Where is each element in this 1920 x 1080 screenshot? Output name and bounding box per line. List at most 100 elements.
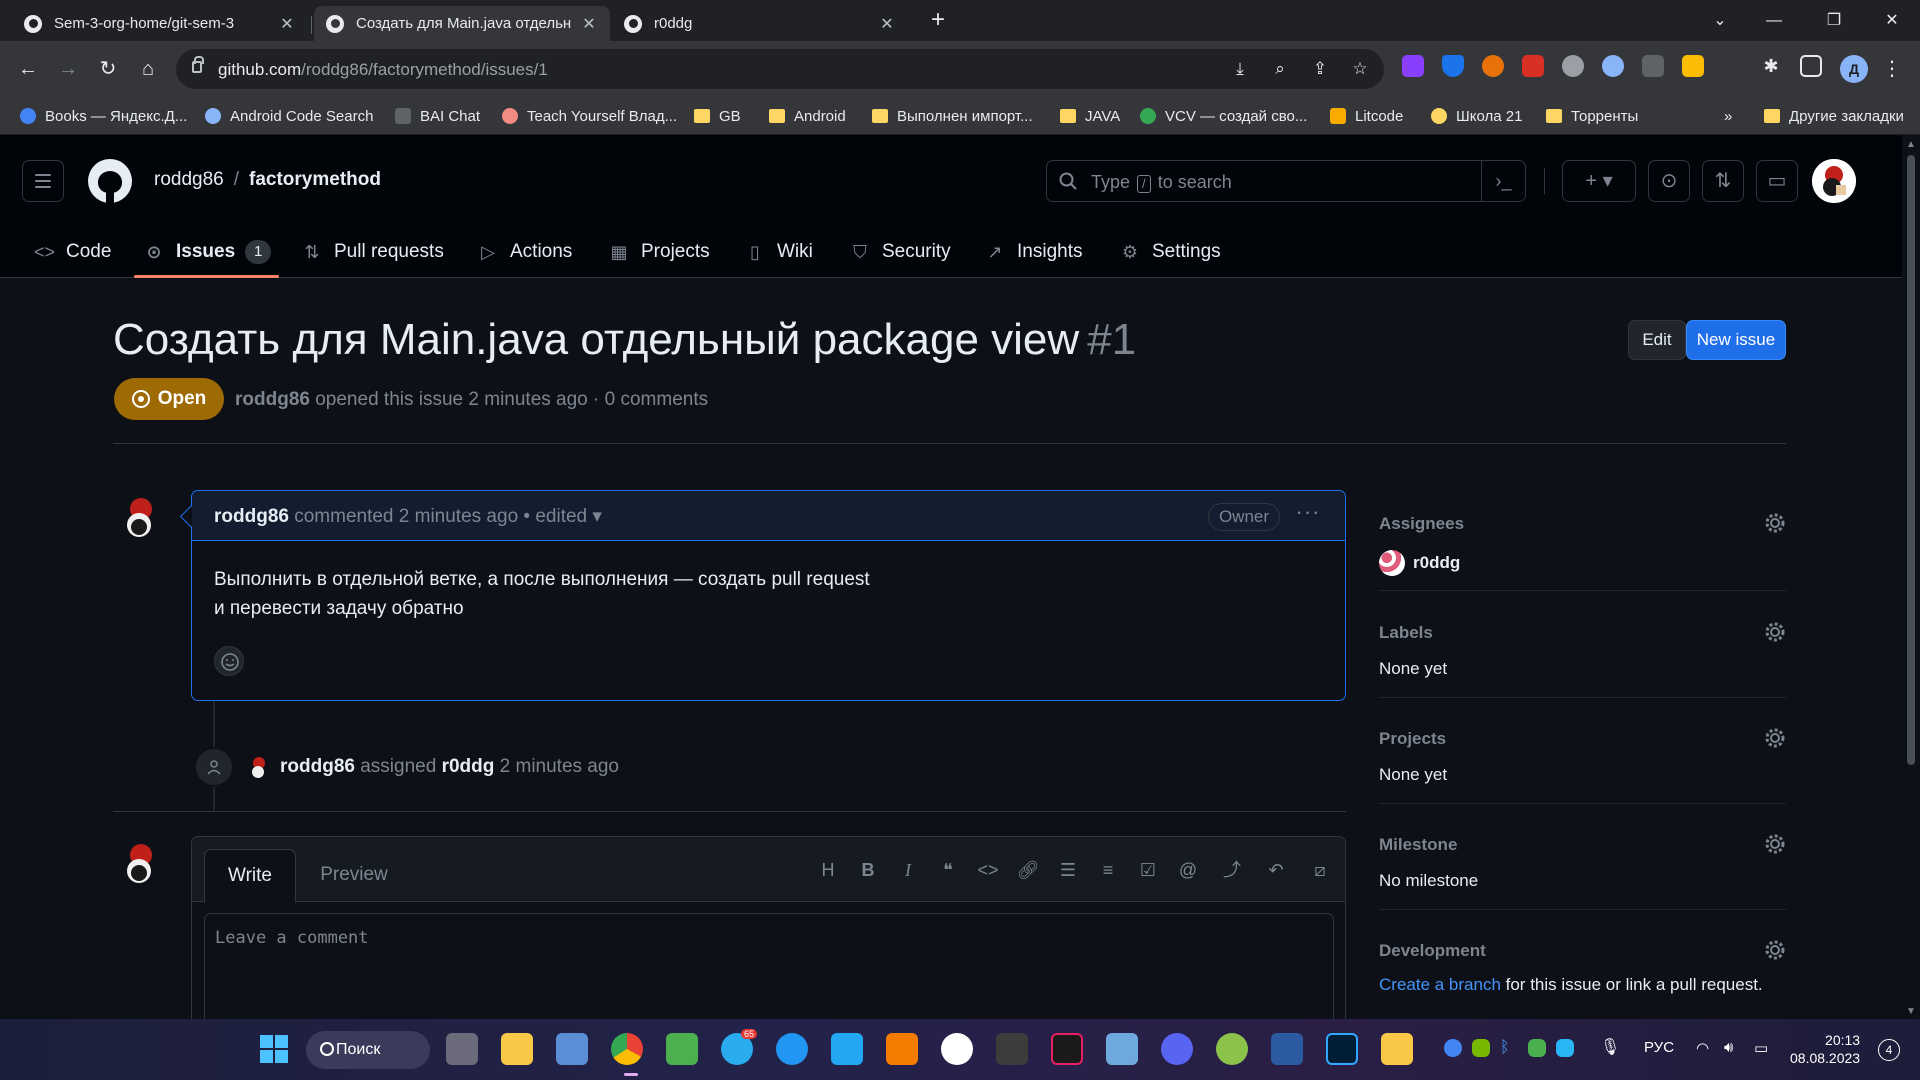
new-tab-button[interactable]: + (924, 6, 952, 34)
home-button[interactable]: ⌂ (132, 53, 164, 85)
bookmark-item[interactable]: Litcode (1330, 105, 1403, 127)
photoshop-icon[interactable] (1326, 1033, 1358, 1065)
add-reaction-button[interactable] (214, 646, 244, 676)
nvidia-icon[interactable] (1472, 1039, 1490, 1057)
create-new-button[interactable]: + ▾ (1562, 160, 1636, 202)
translate-extension-icon[interactable] (1642, 55, 1664, 77)
issues-icon[interactable]: ⊙ (1648, 160, 1690, 202)
discord-icon[interactable] (1161, 1033, 1193, 1065)
close-tab-icon[interactable]: ✕ (580, 14, 598, 34)
vscode-icon[interactable] (831, 1033, 863, 1065)
other-bookmarks-folder[interactable]: Другие закладки (1764, 105, 1904, 127)
link-icon[interactable]: 🔗︎ (1015, 857, 1041, 883)
assignees-heading[interactable]: Assignees (1379, 514, 1464, 534)
photos-icon[interactable] (556, 1033, 588, 1065)
bookmark-item[interactable]: Teach Yourself Влад... (502, 105, 677, 127)
milestone-heading[interactable]: Milestone (1379, 835, 1457, 855)
file-explorer-icon[interactable] (501, 1033, 533, 1065)
inbox-icon[interactable]: ▭ (1756, 160, 1798, 202)
wifi-icon[interactable]: ◠ (1696, 1039, 1709, 1057)
gear-icon[interactable] (1764, 512, 1786, 534)
lock-icon[interactable] (192, 56, 204, 73)
battery-icon[interactable]: ▭ (1754, 1039, 1768, 1057)
browser-tab-active[interactable]: Создать для Main.java отдельны ✕ (314, 6, 610, 41)
browser-tab[interactable]: Sem-3-org-home/git-sem-3 ✕ (12, 6, 308, 41)
language-indicator[interactable]: РУС (1644, 1039, 1674, 1056)
intellij-icon[interactable] (1051, 1033, 1083, 1065)
bookmark-item[interactable]: BAI Chat (395, 105, 480, 127)
new-issue-button[interactable]: New issue (1686, 320, 1786, 360)
tray-app-icon[interactable] (1444, 1039, 1462, 1057)
reload-button[interactable]: ↻ (92, 53, 124, 85)
extension-icon[interactable] (1482, 55, 1504, 77)
bookmark-item[interactable]: Books — Яндекс.Д... (20, 105, 187, 127)
page-scrollbar[interactable]: ▲ ▼ (1902, 135, 1920, 1019)
unordered-list-icon[interactable]: ☰ (1055, 857, 1081, 883)
extension-icon[interactable] (1602, 55, 1624, 77)
cad-app-icon[interactable] (1271, 1033, 1303, 1065)
stack-app-icon[interactable] (886, 1033, 918, 1065)
tray-app-icon[interactable] (1528, 1039, 1546, 1057)
extension-icon[interactable] (1402, 55, 1424, 77)
archive-app-icon[interactable] (1381, 1033, 1413, 1065)
pull-requests-icon[interactable]: ⇅ (1702, 160, 1744, 202)
tab-actions[interactable]: ▷ Actions (478, 238, 572, 266)
virtualbox-icon[interactable] (1106, 1033, 1138, 1065)
gear-icon[interactable] (1764, 727, 1786, 749)
tab-insights[interactable]: ↗ Insights (985, 238, 1082, 266)
task-view-icon[interactable] (446, 1033, 478, 1065)
comment-author-avatar[interactable] (113, 489, 169, 545)
chrome-icon[interactable] (611, 1033, 643, 1065)
actor-link[interactable]: roddg86 (280, 756, 355, 777)
tab-code[interactable]: <> Code (34, 238, 111, 266)
forward-button[interactable]: → (52, 53, 84, 85)
edit-button[interactable]: Edit (1628, 320, 1686, 360)
projects-heading[interactable]: Projects (1379, 729, 1446, 749)
terminal-icon[interactable] (996, 1033, 1028, 1065)
volume-icon[interactable]: 🔊︎ (1724, 1039, 1733, 1056)
hamburger-menu-button[interactable] (22, 160, 64, 202)
extension-icon[interactable] (1682, 55, 1704, 77)
tab-projects[interactable]: ▦ Projects (609, 238, 709, 266)
user-avatar[interactable] (1812, 159, 1856, 203)
code-icon[interactable]: <> (975, 857, 1001, 883)
bold-icon[interactable]: B (855, 857, 881, 883)
share-icon[interactable]: ⇪ (1310, 59, 1330, 79)
search-input[interactable]: Type / to search ›_ (1046, 160, 1526, 202)
tab-issues[interactable]: ⊙ Issues 1 (144, 238, 272, 266)
mention-icon[interactable]: @ (1175, 857, 1201, 883)
command-palette-icon[interactable]: ›_ (1481, 161, 1525, 201)
microphone-icon[interactable]: 🎙︎ (1600, 1037, 1620, 1059)
bluetooth-icon[interactable]: ᛒ (1500, 1039, 1518, 1057)
assignee-item[interactable]: r0ddg (1379, 550, 1460, 576)
task-list-icon[interactable]: ☑ (1135, 857, 1161, 883)
kebab-menu-icon[interactable]: ··· (1292, 501, 1324, 529)
android-studio-icon[interactable] (666, 1033, 698, 1065)
tab-security[interactable]: ⛉ Security (850, 238, 950, 266)
bookmark-folder[interactable]: JAVA (1060, 105, 1120, 127)
tab-preview[interactable]: Preview (304, 849, 404, 903)
puzzle-extensions-icon[interactable]: ✱ (1760, 55, 1782, 77)
restore-button[interactable]: ❐ (1806, 0, 1862, 41)
event-actor-avatar[interactable] (246, 754, 272, 780)
bookmark-folder[interactable]: Торренты (1546, 105, 1638, 127)
tab-write[interactable]: Write (204, 849, 296, 903)
install-icon[interactable]: ⤓ (1230, 59, 1250, 79)
defender-icon[interactable] (1556, 1039, 1574, 1057)
ordered-list-icon[interactable]: ≡ (1095, 857, 1121, 883)
browser-tab[interactable]: r0ddg ✕ (612, 6, 908, 41)
bookmark-star-icon[interactable]: ☆ (1350, 59, 1370, 79)
bookmark-item[interactable]: Android Code Search (205, 105, 373, 127)
development-heading[interactable]: Development (1379, 941, 1486, 961)
pdf-extension-icon[interactable] (1522, 55, 1544, 77)
comment-author-link[interactable]: roddg86 (214, 506, 289, 527)
back-button[interactable]: ← (12, 53, 44, 85)
gear-icon[interactable] (1764, 833, 1786, 855)
shield-extension-icon[interactable] (1442, 55, 1464, 77)
gear-icon[interactable] (1764, 621, 1786, 643)
slash-commands-icon[interactable]: ⧄ (1307, 857, 1333, 883)
scrollbar-thumb[interactable] (1907, 155, 1915, 765)
quote-icon[interactable]: ❝ (935, 857, 961, 883)
cross-reference-icon[interactable]: ⤴ (1219, 857, 1245, 883)
assignee-link[interactable]: r0ddg (442, 756, 495, 777)
